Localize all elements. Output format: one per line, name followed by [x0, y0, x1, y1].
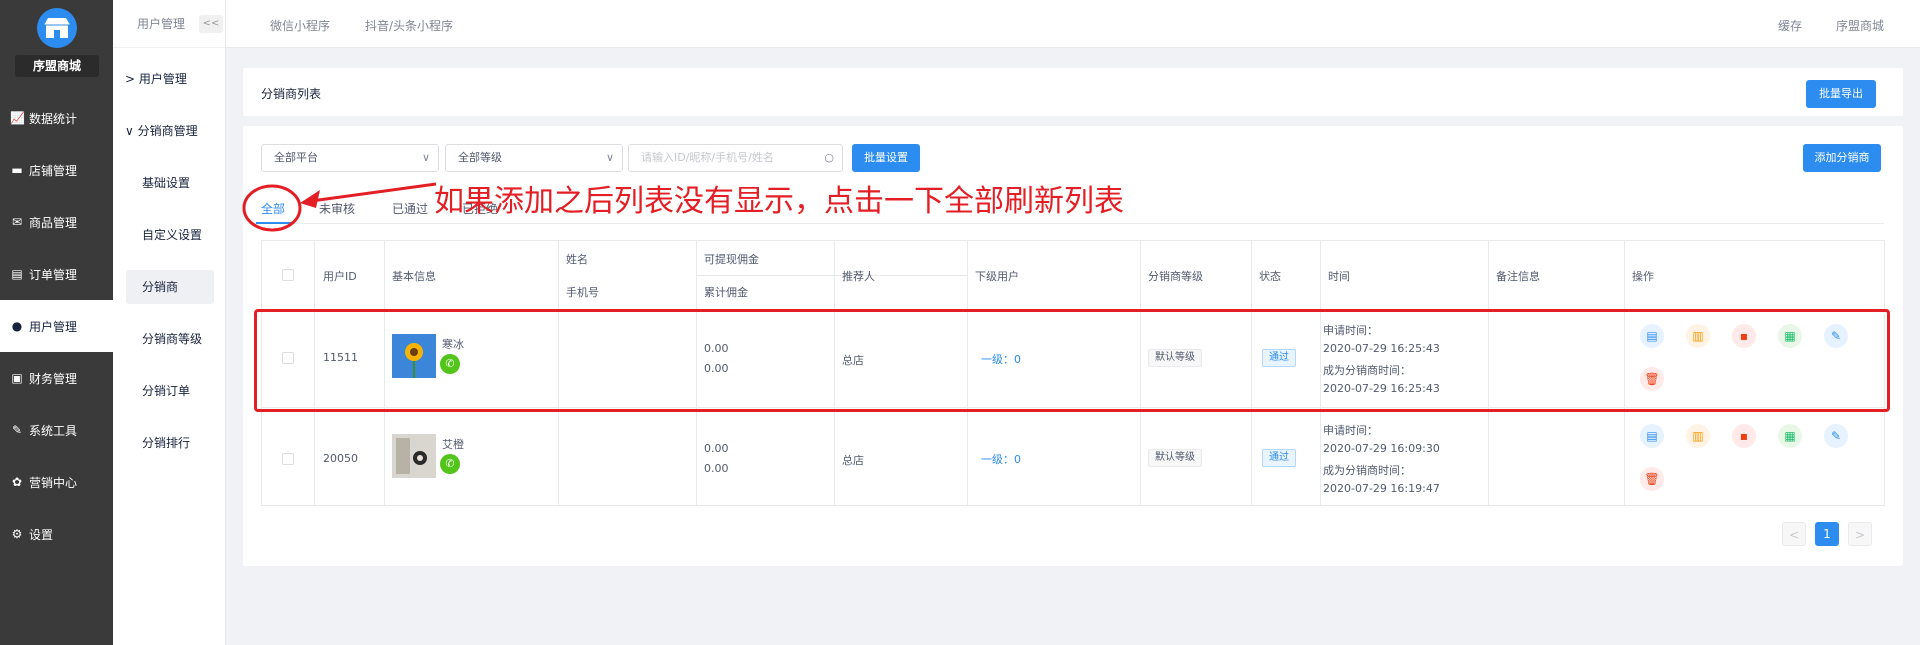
title-panel: 分销商列表 批量导出 [243, 68, 1903, 116]
delete-icon[interactable]: 🗑 [1640, 467, 1664, 491]
orders-icon[interactable]: ▥ [1686, 424, 1710, 448]
finance-icon: ▣ [11, 371, 23, 385]
chevron-down-icon: ∨ [605, 151, 614, 164]
header-total: 累计佣金 [704, 286, 748, 299]
chevron-down-icon: ∨ [421, 151, 430, 164]
header-time: 时间 [1328, 270, 1350, 283]
next-page-button[interactable]: > [1848, 522, 1872, 546]
header-referrer: 推荐人 [842, 270, 875, 283]
header-subordinates: 下级用户 [975, 270, 1019, 283]
page-title: 分销商列表 [261, 87, 322, 101]
sidebar-item-settings[interactable]: ⚙ 设置 [0, 508, 113, 560]
row-user-id: 20050 [323, 452, 358, 465]
status-badge: 通过 [1262, 449, 1296, 467]
sidebar-item-marketing[interactable]: ✿ 营销中心 [0, 456, 113, 508]
edit-icon[interactable]: ✎ [1824, 424, 1848, 448]
shop-name: 序盟商城 [15, 55, 99, 77]
row-nickname: 艾橙 [442, 438, 464, 451]
sidebar-item-goods[interactable]: ✉ 商品管理 [0, 196, 113, 248]
batch-export-button[interactable]: 批量导出 [1806, 80, 1876, 108]
sidebar: 序盟商城 📈 数据统计 ▬ 店铺管理 ✉ 商品管理 ▤ 订单管理 ● 用户管理 ▣ 财务管理… [0, 0, 113, 645]
sidebar-item-tools[interactable]: ✎ 系统工具 [0, 404, 113, 456]
select-all-checkbox[interactable] [282, 269, 294, 281]
wrench-icon: ✎ [11, 423, 23, 437]
submenu-item-orders[interactable]: 分销订单 [126, 374, 214, 408]
header-phone: 手机号 [566, 286, 599, 299]
search-input[interactable]: 请输入ID/昵称/手机号/姓名 ○ [628, 144, 843, 172]
cache-link[interactable]: 缓存 [1778, 17, 1802, 34]
wechat-icon: ✆ [440, 454, 460, 474]
message-icon[interactable]: ▪ [1732, 424, 1756, 448]
header-name: 姓名 [566, 253, 588, 266]
add-distributor-button[interactable]: 添加分销商 [1803, 144, 1881, 172]
qrcode-icon[interactable]: ▦ [1778, 424, 1802, 448]
header-remark: 备注信息 [1496, 270, 1540, 283]
row-subordinates[interactable]: 一级：0 [981, 451, 1021, 467]
sidebar-item-store[interactable]: ▬ 店铺管理 [0, 144, 113, 196]
tab-douyin-miniprogram[interactable]: 抖音/头条小程序 [365, 17, 453, 34]
collapse-button[interactable]: << [199, 15, 223, 33]
annotation-text: 如果添加之后列表没有显示，点击一下全部刷新列表 [434, 184, 1124, 219]
level-select[interactable]: 全部等级 ∨ [445, 144, 623, 172]
shop-switcher[interactable]: 序盟商城 [1836, 17, 1884, 34]
top-bar: 微信小程序 抖音/头条小程序 缓存 序盟商城 [226, 0, 1920, 48]
marketing-icon: ✿ [11, 475, 23, 489]
sidebar-item-finance[interactable]: ▣ 财务管理 [0, 352, 113, 404]
sidebar-item-data-stats[interactable]: 📈 数据统计 [0, 92, 113, 144]
become-time-label: 成为分销商时间： [1323, 464, 1411, 477]
batch-settings-button[interactable]: 批量设置 [852, 144, 920, 172]
header-level: 分销商等级 [1148, 270, 1203, 283]
shop-logo [37, 8, 77, 48]
row-total: 0.00 [704, 462, 729, 475]
sidebar-item-orders[interactable]: ▤ 订单管理 [0, 248, 113, 300]
order-icon: ▤ [11, 267, 23, 281]
prev-page-button[interactable]: < [1782, 522, 1806, 546]
become-time: 2020-07-29 16:19:47 [1323, 482, 1440, 495]
submenu-group-users[interactable]: > 用户管理 [125, 70, 187, 87]
submenu-item-custom-settings[interactable]: 自定义设置 [126, 218, 214, 252]
submenu-item-distributors[interactable]: 分销商 [126, 270, 214, 304]
annotation-circle-arrow [242, 182, 437, 232]
tab-wechat-miniprogram[interactable]: 微信小程序 [270, 17, 330, 34]
chevron-right-icon: > [125, 72, 136, 86]
gear-icon: ⚙ [11, 527, 23, 541]
sidebar-item-users[interactable]: ● 用户管理 [0, 300, 113, 352]
avatar [392, 434, 436, 478]
header-withdrawable: 可提现佣金 [704, 253, 759, 266]
search-icon[interactable]: ○ [824, 145, 834, 171]
header-status: 状态 [1259, 270, 1281, 283]
submenu: 用户管理 << > 用户管理 ∨ 分销商管理 基础设置 自定义设置 分销商 分销… [113, 0, 226, 645]
level-tag: 默认等级 [1148, 449, 1202, 467]
row-withdrawable: 0.00 [704, 442, 729, 455]
header-basic-info: 基本信息 [392, 270, 436, 283]
row-checkbox[interactable] [282, 453, 294, 465]
store-icon: ▬ [11, 163, 23, 177]
detail-icon[interactable]: ▤ [1640, 424, 1664, 448]
submenu-item-levels[interactable]: 分销商等级 [126, 322, 214, 356]
annotation-highlight-box [254, 309, 1890, 412]
platform-select[interactable]: 全部平台 ∨ [261, 144, 439, 172]
submenu-item-basic-settings[interactable]: 基础设置 [126, 166, 214, 200]
user-icon: ● [11, 319, 23, 333]
goods-icon: ✉ [11, 215, 23, 229]
chevron-down-icon: ∨ [125, 124, 134, 138]
chart-icon: 📈 [10, 111, 25, 125]
apply-time: 2020-07-29 16:09:30 [1323, 442, 1440, 455]
header-user-id: 用户ID [323, 270, 357, 283]
header-actions: 操作 [1632, 270, 1654, 283]
page-number-1[interactable]: 1 [1815, 522, 1839, 546]
row-referrer: 总店 [842, 454, 864, 467]
apply-time-label: 申请时间： [1323, 424, 1378, 437]
submenu-group-distributors[interactable]: ∨ 分销商管理 [125, 122, 198, 139]
submenu-item-ranking[interactable]: 分销排行 [126, 426, 214, 460]
